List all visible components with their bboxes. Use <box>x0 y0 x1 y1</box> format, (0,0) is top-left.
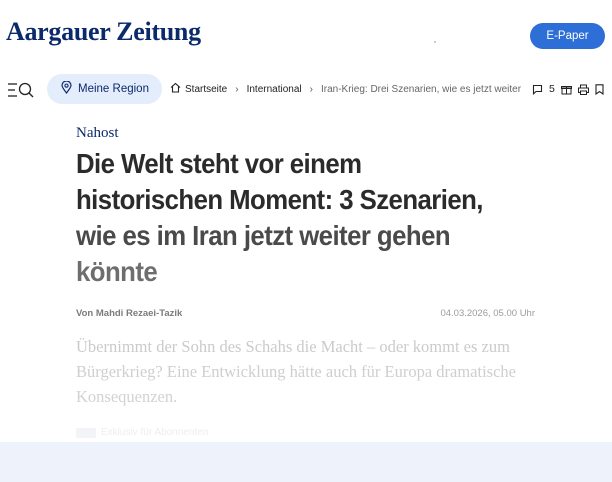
navigation-bar: Meine Region Startseite › International … <box>0 73 612 107</box>
headline-line: wie es im Iran jetzt weiter gehen <box>76 220 451 251</box>
article-headline: Die Welt steht vor einem historischen Mo… <box>76 146 536 290</box>
exclusive-text: Exklusiv für Abonnenten <box>101 427 209 438</box>
article-date: 04.03.2026, 05.00 Uhr <box>440 308 535 319</box>
chevron-right-icon: › <box>309 83 313 95</box>
site-logo[interactable]: Aargauer Zeitung <box>6 17 201 47</box>
region-label: Meine Region <box>78 83 149 95</box>
location-pin-icon <box>61 80 72 97</box>
breadcrumb-home[interactable]: Startseite <box>185 84 227 95</box>
chevron-right-icon: › <box>235 83 239 95</box>
article-lead: Übernimmt der Sohn des Schahs die Macht … <box>76 337 516 406</box>
subscriber-exclusive-label: Exklusiv für Abonnenten <box>76 427 208 438</box>
my-region-button[interactable]: Meine Region <box>47 74 162 104</box>
epaper-button[interactable]: E-Paper <box>530 23 605 49</box>
header-dot <box>434 41 436 43</box>
comment-icon[interactable] <box>532 84 543 95</box>
headline-line: historischen Moment: 3 Szenarien, <box>76 184 483 215</box>
breadcrumb: Startseite › International › Iran-Krieg:… <box>170 74 530 104</box>
site-header: Aargauer Zeitung E-Paper <box>0 0 612 70</box>
gift-icon[interactable] <box>560 84 572 95</box>
paywall-band <box>0 442 612 482</box>
article-kicker: Nahost <box>76 125 119 141</box>
menu-search-icon[interactable] <box>8 82 34 98</box>
comment-count[interactable]: 5 <box>549 83 555 95</box>
headline-line: Die Welt steht vor einem <box>76 148 362 179</box>
article-tools: 5 <box>532 74 604 104</box>
article-meta: Von Mahdi Rezaei-Tazik 04.03.2026, 05.00… <box>76 308 535 322</box>
breadcrumb-current: Iran-Krieg: Drei Szenarien, wie es jetzt… <box>320 83 522 95</box>
article-header: Nahost Die Welt steht vor einem historis… <box>76 125 546 290</box>
article-author[interactable]: Von Mahdi Rezaei-Tazik <box>76 308 182 319</box>
headline-line: könnte <box>76 256 158 287</box>
bookmark-icon[interactable] <box>595 83 604 95</box>
print-icon[interactable] <box>577 84 589 95</box>
breadcrumb-international[interactable]: International <box>247 84 302 95</box>
plus-badge-icon <box>76 427 96 438</box>
home-icon <box>170 82 181 96</box>
